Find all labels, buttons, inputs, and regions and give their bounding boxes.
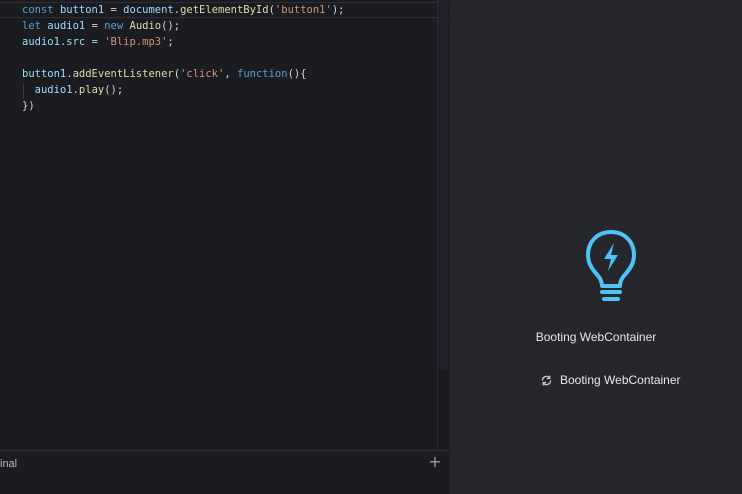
- code-line-1: const button1 = document.getElementById(…: [22, 4, 345, 16]
- lightbulb-bolt-icon: [586, 230, 636, 301]
- preview-panel: Booting WebContainer Booting WebContaine…: [450, 0, 742, 494]
- booting-status-text: Booting WebContainer: [560, 373, 681, 387]
- code-line-2: let audio1 = new Audio();: [22, 20, 181, 32]
- editor-scrollbar-thumb[interactable]: [438, 0, 448, 370]
- code-editor[interactable]: const button1 = document.getElementById(…: [0, 0, 450, 450]
- code-line-7: }): [22, 100, 35, 112]
- booting-title: Booting WebContainer: [535, 330, 657, 344]
- refresh-icon: [541, 375, 552, 385]
- terminal-tab-label[interactable]: inal: [0, 458, 17, 470]
- code-line-5: button1.addEventListener('click', functi…: [22, 68, 307, 80]
- code-line-6: audio1.play();: [34, 84, 124, 96]
- booting-status: Booting WebContainer: [540, 372, 681, 388]
- terminal-panel-header: inal +: [0, 450, 450, 494]
- code-line-3: audio1.src = 'Blip.mp3';: [22, 36, 174, 48]
- plus-icon[interactable]: +: [428, 454, 442, 470]
